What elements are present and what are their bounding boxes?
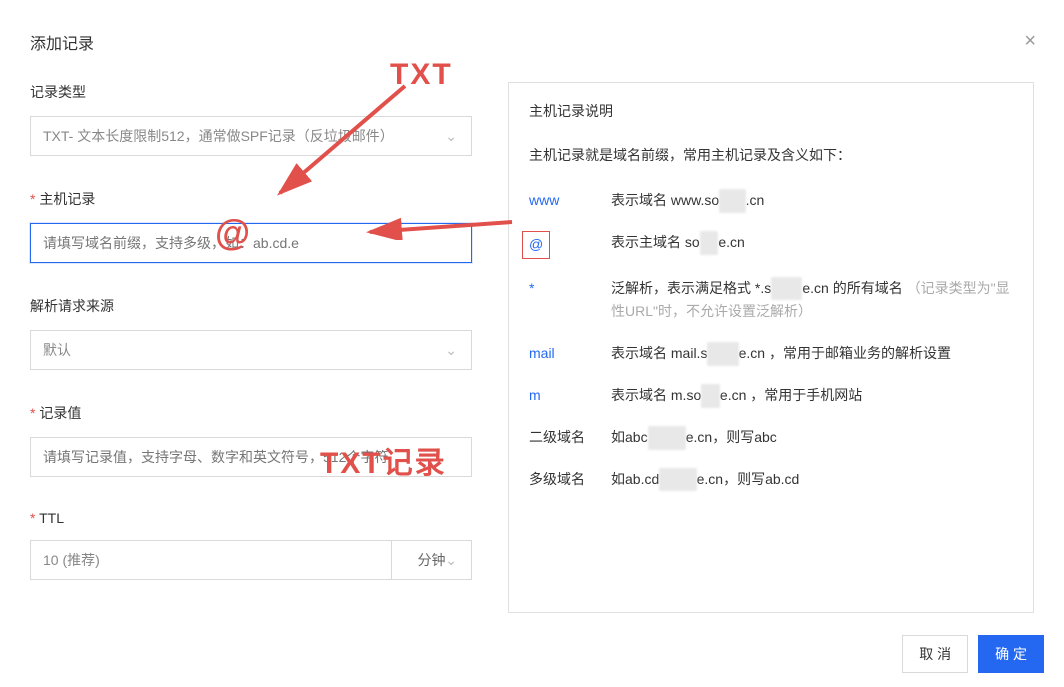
- help-row: @表示主域名 soinge.cn: [529, 231, 1013, 259]
- host-label: 主机记录: [30, 189, 472, 209]
- help-key: www: [529, 189, 611, 213]
- help-val: 如ab.cd.yoinge.cn，则写ab.cd: [611, 468, 799, 492]
- help-rows: www表示域名 www.soingg.cn@表示主域名 soinge.cn*泛解…: [529, 189, 1013, 491]
- help-row: 二级域名如abc.boinge.cn，则写abc: [529, 426, 1013, 450]
- help-val: 表示主域名 soinge.cn: [611, 231, 745, 259]
- help-key: @: [529, 231, 611, 259]
- help-val: 泛解析，表示满足格式 *.soringe.cn 的所有域名 （记录类型为"显性U…: [611, 277, 1013, 325]
- help-key: m: [529, 384, 611, 408]
- ttl-label: TTL: [30, 510, 472, 526]
- help-val: 表示域名 www.soingg.cn: [611, 189, 764, 213]
- footer: 取 消 确 定: [902, 635, 1044, 673]
- help-panel: 主机记录说明 主机记录就是域名前缀，常用主机记录及含义如下： www表示域名 w…: [508, 82, 1034, 613]
- help-key: 二级域名: [529, 426, 611, 450]
- record-type-value: TXT- 文本长度限制512，通常做SPF记录（反垃圾邮件）: [43, 126, 394, 146]
- resolve-src-select[interactable]: 默认 ⌄: [30, 330, 472, 370]
- modal-title: 添加记录: [30, 30, 1034, 54]
- help-val: 表示域名 m.soinge.cn ，常用于手机网站: [611, 384, 862, 408]
- help-key: 多级域名: [529, 468, 611, 492]
- help-val: 如abc.boinge.cn，则写abc: [611, 426, 777, 450]
- help-title: 主机记录说明: [529, 101, 1013, 121]
- help-val: 表示域名 mail.soringe.cn ，常用于邮箱业务的解析设置: [611, 342, 951, 366]
- ttl-unit-value: 分钟: [418, 550, 446, 570]
- confirm-button[interactable]: 确 定: [978, 635, 1044, 673]
- record-type-label: 记录类型: [30, 82, 472, 102]
- ttl-value: 10 (推荐): [43, 550, 100, 570]
- close-icon[interactable]: ×: [1024, 30, 1036, 53]
- help-row: mail表示域名 mail.soringe.cn ，常用于邮箱业务的解析设置: [529, 342, 1013, 366]
- record-type-select[interactable]: TXT- 文本长度限制512，通常做SPF记录（反垃圾邮件） ⌄: [30, 116, 472, 156]
- help-row: m表示域名 m.soinge.cn ，常用于手机网站: [529, 384, 1013, 408]
- help-row: www表示域名 www.soingg.cn: [529, 189, 1013, 213]
- chevron-down-icon: ⌄: [445, 128, 457, 145]
- form-column: 记录类型 TXT- 文本长度限制512，通常做SPF记录（反垃圾邮件） ⌄ 主机…: [30, 82, 472, 613]
- cancel-button[interactable]: 取 消: [902, 635, 968, 673]
- record-value-input[interactable]: [30, 437, 472, 477]
- record-value-label: 记录值: [30, 403, 472, 423]
- help-key: mail: [529, 342, 611, 366]
- chevron-down-icon: ⌄: [445, 342, 457, 359]
- help-intro: 主机记录就是域名前缀，常用主机记录及含义如下：: [529, 145, 1013, 165]
- chevron-down-icon: ⌄: [445, 552, 457, 569]
- help-row: 多级域名如ab.cd.yoinge.cn，则写ab.cd: [529, 468, 1013, 492]
- help-key: *: [529, 277, 611, 325]
- ttl-select[interactable]: 10 (推荐): [30, 540, 392, 580]
- resolve-src-value: 默认: [43, 340, 71, 360]
- host-input[interactable]: [30, 223, 472, 263]
- help-row: *泛解析，表示满足格式 *.soringe.cn 的所有域名 （记录类型为"显性…: [529, 277, 1013, 325]
- ttl-unit-select[interactable]: 分钟 ⌄: [392, 540, 472, 580]
- resolve-src-label: 解析请求来源: [30, 296, 472, 316]
